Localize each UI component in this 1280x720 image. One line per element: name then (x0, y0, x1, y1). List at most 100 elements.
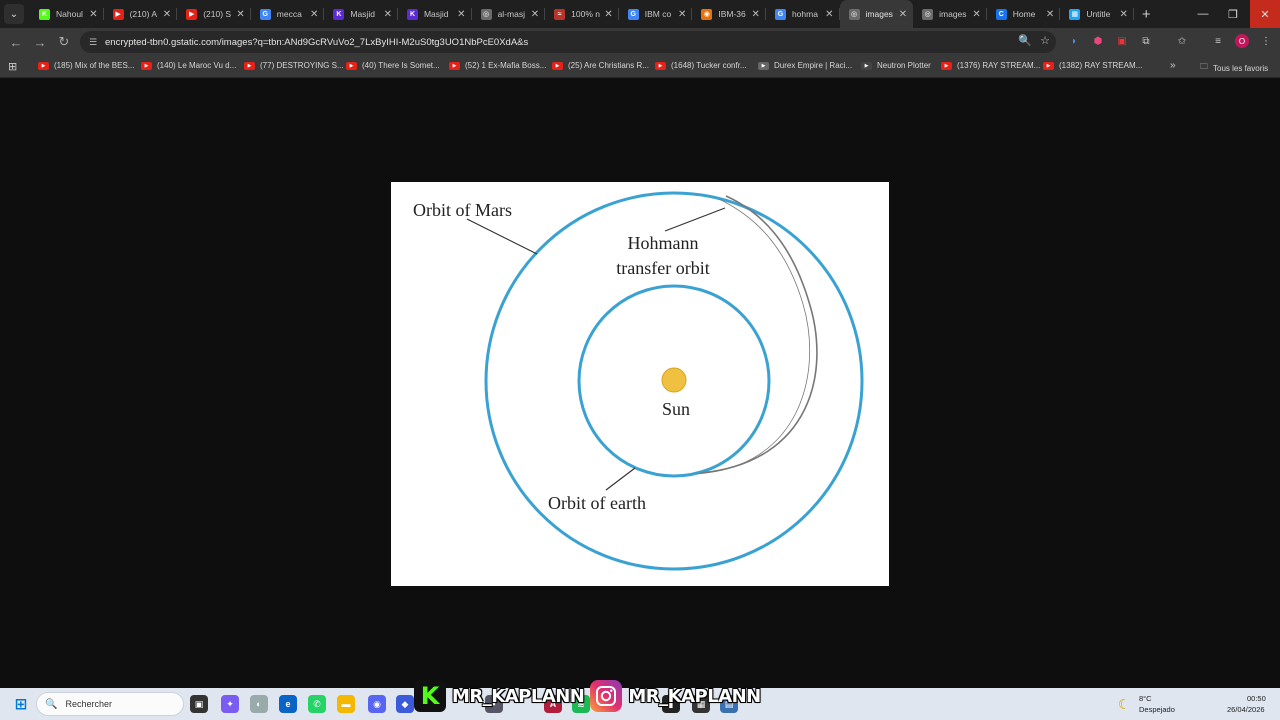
tab-close-icon[interactable]: ✕ (384, 9, 392, 20)
bookmark-item[interactable]: ▶ (77) DESTROYING S... (244, 61, 344, 70)
bookmark-item[interactable]: ▶ (1648) Tucker confr... (655, 61, 747, 70)
browser-tab[interactable]: ▶ (210) S ✕ (177, 0, 251, 28)
discord-icon[interactable]: ◉ (368, 695, 386, 713)
tab-favicon-icon: ≈ (554, 8, 566, 20)
browser-tab[interactable]: ◎ images ✕ (913, 0, 987, 28)
earth-leader-line (605, 467, 636, 491)
task-view-icon[interactable]: ▣ (190, 695, 208, 713)
bookmark-item[interactable]: ▶ (140) Le Maroc Vu d... (141, 61, 236, 70)
tab-favicon-icon: ◉ (701, 8, 713, 20)
tab-close-icon[interactable]: ✕ (899, 9, 907, 20)
browser-tab[interactable]: G IBM co ✕ (619, 0, 693, 28)
browser-tab[interactable]: ◎ images ✕ (839, 0, 914, 28)
windows-start-icon[interactable]: ⊞ (12, 695, 30, 713)
browser-tab[interactable]: Ghohma ✕ (766, 0, 840, 28)
more-bookmarks-icon[interactable]: » (1170, 60, 1176, 71)
tab-close-icon[interactable]: ✕ (678, 9, 686, 20)
tab-close-icon[interactable]: ✕ (457, 9, 465, 20)
bookmark-label: (40) There Is Somet... (362, 61, 440, 70)
tab-title: al-masj (497, 9, 525, 19)
kick-logo-icon: K (414, 680, 446, 712)
zoom-icon[interactable]: 🔍 (1018, 34, 1032, 47)
forward-icon[interactable]: → (28, 30, 52, 54)
extension-red-icon[interactable]: ▣ (1112, 31, 1132, 51)
tab-close-icon[interactable]: ✕ (604, 9, 612, 20)
tab-close-icon[interactable]: ✕ (1120, 9, 1128, 20)
bookmark-item[interactable]: ▶ (52) 1 Ex-Mafia Boss... (449, 61, 546, 70)
app-diamond-icon[interactable]: ◆ (396, 695, 414, 713)
hohmann-leader-line (664, 207, 726, 232)
tab-close-icon[interactable]: ✕ (163, 9, 171, 20)
browser-tab[interactable]: K Nahoul ✕ (30, 0, 104, 28)
bookmark-item[interactable]: ▶ Durex Empire | Raci... (758, 61, 852, 70)
browser-tab[interactable]: ▦ Untitle ✕ (1060, 0, 1134, 28)
search-icon: 🔍 (45, 698, 58, 710)
tab-favicon-icon: ◎ (480, 8, 492, 20)
tab-search-button[interactable]: ⌄ (4, 4, 24, 24)
copilot-icon[interactable]: ✦ (221, 695, 239, 713)
whatsapp-icon[interactable]: ✆ (308, 695, 326, 713)
minimize-icon[interactable]: — (1188, 0, 1218, 28)
widgets-icon[interactable]: ◐ (250, 695, 268, 713)
taskbar-search-box[interactable]: 🔍 Rechercher (36, 692, 184, 716)
browser-tab[interactable]: ▶ (210) A ✕ (104, 0, 178, 28)
media-icon[interactable]: ≡ (1208, 31, 1228, 51)
menu-icon[interactable]: ⋮ (1256, 31, 1276, 51)
tab-close-icon[interactable]: ✕ (825, 9, 833, 20)
tab-favicon-icon: G (627, 8, 639, 20)
bookmark-item[interactable]: ▶ (185) Mix of the BES... (38, 61, 134, 70)
browser-tab[interactable]: ◉ IBM-36 ✕ (692, 0, 766, 28)
browser-tab[interactable]: ≈100% n ✕ (545, 0, 619, 28)
tab-close-icon[interactable]: ✕ (531, 9, 539, 20)
extensions-puzzle-icon[interactable]: ⧉ (1136, 31, 1156, 51)
browser-tab[interactable]: C Home ✕ (987, 0, 1061, 28)
bookmark-item[interactable]: ▶ (25) Are Christians R... (552, 61, 649, 70)
tab-close-icon[interactable]: ✕ (1046, 9, 1054, 20)
browser-tab[interactable]: Gmecca ✕ (251, 0, 325, 28)
clock-date[interactable]: 26/04/2026 (1227, 705, 1265, 714)
back-icon[interactable]: ← (4, 30, 28, 54)
all-bookmarks-folder[interactable]: 🗀 Tous les favoris (1200, 61, 1268, 75)
tab-title: images (939, 9, 967, 19)
bookmark-item[interactable]: ▶ (1382) RAY STREAM... (1043, 61, 1142, 70)
address-bar[interactable]: ☰ encrypted-tbn0.gstatic.com/images?q=tb… (80, 31, 1056, 53)
weather-moon-icon: ☾ (1118, 696, 1131, 712)
extension-icon[interactable]: ◗ (1064, 31, 1084, 51)
edge-icon[interactable]: e (279, 695, 297, 713)
tab-title: 100% n (571, 9, 600, 19)
new-tab-button[interactable]: + (1142, 6, 1151, 23)
bookmark-item[interactable]: ▶ Neutron Plotter (861, 61, 931, 70)
site-info-icon[interactable]: ☰ (86, 35, 100, 49)
plotter-icon: ▶ (861, 61, 872, 70)
file-explorer-icon[interactable]: ▬ (337, 695, 355, 713)
bookmark-label: Neutron Plotter (877, 61, 931, 70)
bookmark-item[interactable]: ▶ (1376) RAY STREAM... (941, 61, 1040, 70)
tab-title: Untitle (1086, 9, 1111, 19)
tab-close-icon[interactable]: ✕ (236, 9, 244, 20)
tab-title: Nahoul (56, 9, 83, 19)
reading-list-icon[interactable]: ✩ (1172, 31, 1192, 51)
bookmark-label: (52) 1 Ex-Mafia Boss... (465, 61, 547, 70)
browser-tab[interactable]: K Masjid ✕ (324, 0, 398, 28)
reload-icon[interactable]: ↻ (52, 30, 76, 54)
bookmark-item[interactable]: ▶ (40) There Is Somet... (346, 61, 440, 70)
tab-close-icon[interactable]: ✕ (310, 9, 318, 20)
tab-favicon-icon: C (995, 8, 1007, 20)
tab-close-icon[interactable]: ✕ (89, 9, 97, 20)
bookmark-label: (1382) RAY STREAM... (1059, 61, 1143, 70)
tab-close-icon[interactable]: ✕ (752, 9, 760, 20)
tab-close-icon[interactable]: ✕ (972, 9, 980, 20)
url-text: encrypted-tbn0.gstatic.com/images?q=tbn:… (105, 36, 529, 48)
tab-title: (210) S (203, 9, 232, 19)
browser-tab[interactable]: ◎ al-masj ✕ (472, 0, 546, 28)
sun-label: Sun (662, 399, 690, 419)
bookmark-star-icon[interactable]: ☆ (1040, 34, 1050, 47)
apps-grid-icon[interactable]: ⊞ (8, 60, 17, 73)
extension-shield-icon[interactable]: ⬢ (1088, 31, 1108, 51)
browser-tab[interactable]: K Masjid ✕ (398, 0, 472, 28)
close-window-icon[interactable]: ✕ (1250, 0, 1280, 28)
bookmark-label: (185) Mix of the BES... (54, 61, 135, 70)
restore-icon[interactable]: ❐ (1218, 0, 1248, 28)
clock-time[interactable]: 00:50 (1247, 694, 1266, 703)
profile-avatar[interactable]: O (1232, 31, 1252, 51)
